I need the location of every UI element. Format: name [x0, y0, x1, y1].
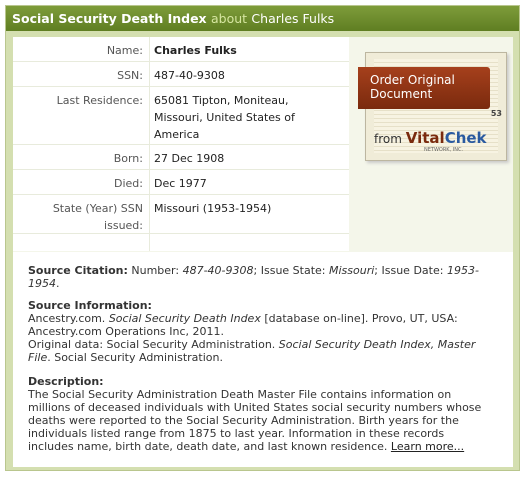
about-label: about	[210, 11, 248, 26]
order-original-document-ad[interactable]: Order Original Document 53 from VitalChe…	[358, 52, 507, 161]
record-panel: Name: Charles Fulks SSN: 487-40-9308 Las…	[13, 37, 513, 467]
fact-label: Last Residence:	[56, 94, 143, 107]
order-line: Order Original	[370, 73, 455, 87]
source-information: Source Information: Ancestry.com. Social…	[28, 299, 498, 364]
source-line: File. Social Security Administration.	[28, 351, 498, 364]
description: Description: The Social Security Adminis…	[28, 375, 498, 453]
section-heading: Description:	[28, 375, 104, 388]
fact-row-died: Died: Dec 1977	[13, 170, 349, 195]
fact-label: State (Year) SSN issued:	[23, 200, 143, 234]
citation-value: 487-40-9308	[182, 264, 254, 277]
brand-part: Chek	[444, 129, 487, 147]
fact-row-born: Born: 27 Dec 1908	[13, 145, 349, 170]
description-line: individuals listed range from 1875 to la…	[28, 427, 445, 440]
fact-label: Died:	[114, 177, 143, 190]
source-text: Ancestry.com.	[28, 312, 106, 325]
from-label: from	[374, 132, 402, 146]
description-line: The Social Security Administration Death…	[28, 388, 452, 401]
fact-row-name: Name: Charles Fulks	[13, 37, 349, 62]
source-title: Social Security Death Index, Master	[278, 338, 476, 351]
citation-value: Missouri	[329, 264, 375, 277]
fact-label: Born:	[113, 152, 143, 165]
source-line: Original data: Social Security Administr…	[28, 338, 498, 351]
source-line: Ancestry.com Operations Inc, 2011.	[28, 325, 225, 338]
fact-label: SSN:	[117, 69, 143, 82]
record-top-area: Name: Charles Fulks SSN: 487-40-9308 Las…	[13, 37, 513, 252]
order-line: Document	[370, 87, 433, 101]
source-line: Ancestry.com. Social Security Death Inde…	[28, 312, 498, 325]
label-line: issued:	[104, 219, 143, 232]
citation-text: .	[56, 277, 60, 290]
order-banner: Order Original Document	[358, 67, 490, 109]
record-facts-table: Name: Charles Fulks SSN: 487-40-9308 Las…	[13, 37, 349, 251]
brand-part: Vital	[405, 129, 445, 147]
residence-line: 65081 Tipton, Moniteau,	[154, 94, 289, 107]
citation-text: ; Issue State:	[253, 264, 326, 277]
person-name-title: Charles Fulks	[251, 11, 335, 26]
fact-value: Dec 1977	[154, 177, 207, 190]
fact-value: 487-40-9308	[154, 69, 225, 82]
fact-row-ssn-issued: State (Year) SSN issued: Missouri (1953-…	[13, 195, 349, 234]
description-line: millions of deceased individuals with Un…	[28, 401, 482, 414]
fact-value: 65081 Tipton, Moniteau, Missouri, United…	[154, 92, 344, 143]
fact-label: Name:	[106, 44, 143, 57]
source-title: Social Security Death Index	[108, 312, 261, 325]
source-text: Original data: Social Security Administr…	[28, 338, 276, 351]
citation-text: ; Issue Date:	[374, 264, 444, 277]
fact-row-ssn: SSN: 487-40-9308	[13, 62, 349, 87]
description-text: includes name, birth date, death date, a…	[28, 440, 388, 453]
citation-text: Number:	[131, 264, 180, 277]
source-text: [database on-line]. Provo, UT, USA:	[264, 312, 458, 325]
fact-value: Missouri (1953-1954)	[154, 202, 272, 215]
description-line: includes name, birth date, death date, a…	[28, 440, 498, 453]
document-number: 53	[490, 109, 502, 118]
label-line: State (Year) SSN	[52, 202, 143, 215]
residence-line: America	[154, 128, 200, 141]
source-title: File	[28, 351, 48, 364]
source-citation: Source Citation: Number: 487-40-9308; Is…	[28, 264, 498, 290]
source-text: . Social Security Administration.	[47, 351, 223, 364]
brand-subtitle: NETWORK, INC.	[424, 147, 464, 153]
vitalchek-logo: from VitalChek	[374, 129, 487, 147]
section-heading: Source Information:	[28, 299, 152, 312]
description-line: deaths were reported to the Social Secur…	[28, 414, 459, 427]
learn-more-link[interactable]: Learn more...	[391, 440, 464, 453]
collection-title: Social Security Death Index	[12, 11, 207, 26]
fact-row-last-residence: Last Residence: 65081 Tipton, Moniteau, …	[13, 87, 349, 145]
fact-value: 27 Dec 1908	[154, 152, 225, 165]
section-heading: Source Citation:	[28, 264, 128, 277]
record-title-bar: Social Security Death Index about Charle…	[6, 6, 519, 31]
fact-value: Charles Fulks	[154, 44, 237, 57]
record-frame: Social Security Death Index about Charle…	[5, 5, 520, 471]
residence-line: Missouri, United States of	[154, 111, 295, 124]
